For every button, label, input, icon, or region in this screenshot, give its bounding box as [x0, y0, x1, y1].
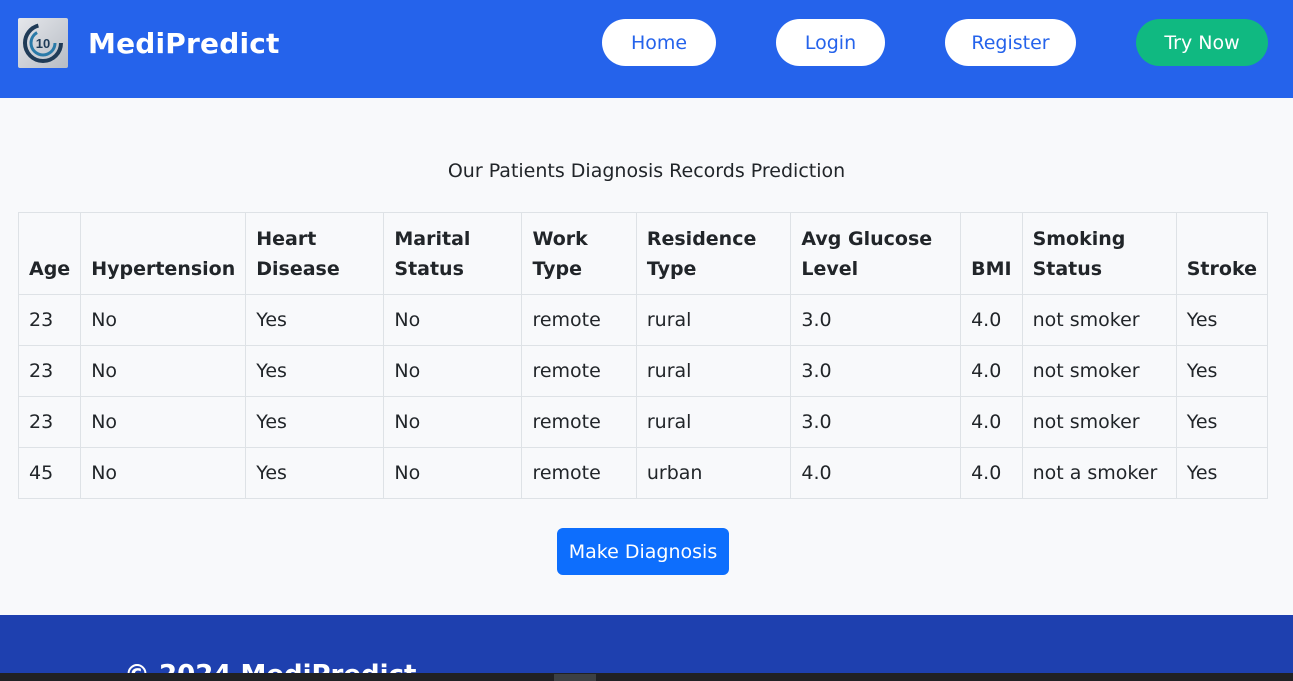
cell-smoking-status: not smoker — [1021, 294, 1177, 346]
home-button[interactable]: Home — [602, 19, 716, 66]
cell-marital-status: No — [383, 345, 523, 397]
os-taskbar — [0, 673, 1293, 681]
cell-hypertension: No — [80, 345, 247, 397]
table-row: 23 No Yes No remote rural 3.0 4.0 not sm… — [17, 396, 1269, 448]
cell-smoking-status: not a smoker — [1021, 447, 1177, 499]
column-header-avg-glucose-level: Avg Glucose Level — [790, 212, 962, 295]
cell-work-type: remote — [521, 294, 637, 346]
table-row: 23 No Yes No remote rural 3.0 4.0 not sm… — [17, 294, 1269, 346]
cell-avg-glucose-level: 3.0 — [790, 345, 962, 397]
cell-age: 23 — [17, 294, 82, 346]
page-title: Our Patients Diagnosis Records Predictio… — [447, 160, 846, 182]
cell-stroke: Yes — [1175, 447, 1269, 499]
register-button[interactable]: Register — [945, 19, 1076, 66]
cell-age: 23 — [17, 396, 82, 448]
cell-residence-type: rural — [635, 345, 792, 397]
cell-bmi: 4.0 — [960, 396, 1023, 448]
try-now-button[interactable]: Try Now — [1136, 19, 1268, 66]
column-header-smoking-status: Smoking Status — [1021, 212, 1177, 295]
logo-icon: 10 — [23, 23, 63, 63]
logo[interactable]: 10 — [18, 18, 68, 68]
cell-marital-status: No — [383, 447, 523, 499]
cell-hypertension: No — [80, 294, 247, 346]
cell-heart-disease: Yes — [245, 396, 385, 448]
cell-stroke: Yes — [1175, 345, 1269, 397]
cell-stroke: Yes — [1175, 396, 1269, 448]
column-header-heart-disease: Heart Disease — [245, 212, 385, 295]
cell-age: 45 — [17, 447, 82, 499]
cell-marital-status: No — [383, 294, 523, 346]
column-header-residence-type: Residence Type — [635, 212, 792, 295]
cell-avg-glucose-level: 3.0 — [790, 396, 962, 448]
taskbar-item[interactable] — [554, 674, 596, 681]
table-header-row: Age Hypertension Heart Disease Marital Sta… — [17, 212, 1269, 295]
column-header-work-type: Work Type — [521, 212, 637, 295]
column-header-hypertension: Hypertension — [80, 212, 247, 295]
cell-work-type: remote — [521, 345, 637, 397]
cell-heart-disease: Yes — [245, 294, 385, 346]
column-header-marital-status: Marital Status — [383, 212, 523, 295]
brand-name[interactable]: MediPredict — [88, 26, 280, 62]
diagnosis-records-table: Age Hypertension Heart Disease Marital Sta… — [17, 212, 1269, 499]
cell-residence-type: rural — [635, 396, 792, 448]
cell-smoking-status: not smoker — [1021, 396, 1177, 448]
make-diagnosis-button[interactable]: Make Diagnosis — [557, 528, 729, 575]
cell-bmi: 4.0 — [960, 345, 1023, 397]
cell-work-type: remote — [521, 447, 637, 499]
cell-residence-type: urban — [635, 447, 792, 499]
site-footer: © 2024 MediPredict — [0, 615, 1293, 681]
logo-text: 10 — [36, 36, 50, 51]
cell-bmi: 4.0 — [960, 294, 1023, 346]
column-header-age: Age — [17, 212, 82, 295]
cell-residence-type: rural — [635, 294, 792, 346]
cell-smoking-status: not smoker — [1021, 345, 1177, 397]
cell-stroke: Yes — [1175, 294, 1269, 346]
cell-work-type: remote — [521, 396, 637, 448]
login-button[interactable]: Login — [776, 19, 885, 66]
cell-bmi: 4.0 — [960, 447, 1023, 499]
site-header: 10 MediPredict Home Login Register Try N… — [0, 0, 1293, 98]
cell-heart-disease: Yes — [245, 345, 385, 397]
cell-avg-glucose-level: 3.0 — [790, 294, 962, 346]
cell-heart-disease: Yes — [245, 447, 385, 499]
column-header-bmi: BMI — [960, 212, 1023, 295]
cell-hypertension: No — [80, 396, 247, 448]
table-row: 45 No Yes No remote urban 4.0 4.0 not a … — [17, 447, 1269, 499]
cell-hypertension: No — [80, 447, 247, 499]
cell-age: 23 — [17, 345, 82, 397]
cell-marital-status: No — [383, 396, 523, 448]
table-row: 23 No Yes No remote rural 3.0 4.0 not sm… — [17, 345, 1269, 397]
cell-avg-glucose-level: 4.0 — [790, 447, 962, 499]
column-header-stroke: Stroke — [1175, 212, 1269, 295]
